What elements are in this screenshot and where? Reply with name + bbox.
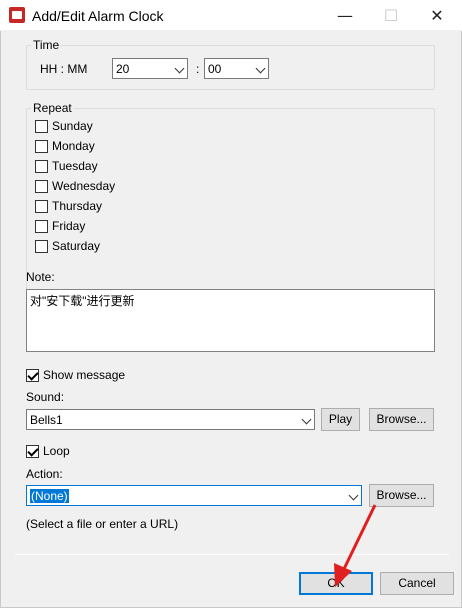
action-label: Action: [26, 467, 63, 481]
checkbox[interactable] [35, 239, 48, 253]
red-arrow-icon [334, 504, 377, 587]
title-bar: Add/Edit Alarm Clock — ☐ ✕ [0, 0, 462, 31]
day-label: Thursday [52, 199, 103, 213]
day-label: Monday [52, 139, 95, 153]
checkbox[interactable] [35, 159, 48, 173]
action-value: (None) [30, 489, 69, 503]
checkbox[interactable] [35, 139, 48, 153]
loop-label: Loop [43, 444, 70, 458]
chevron-down-icon [301, 414, 312, 425]
checkbox-checked[interactable] [26, 368, 39, 382]
checkbox[interactable] [35, 199, 48, 213]
chevron-down-icon [174, 63, 185, 74]
checkbox[interactable] [35, 179, 48, 193]
day-sunday[interactable]: Sunday [35, 117, 93, 135]
cancel-button[interactable]: Cancel [380, 572, 454, 595]
repeat-group-label: Repeat [31, 101, 74, 115]
time-group-label: Time [31, 38, 62, 52]
day-label: Friday [52, 219, 86, 233]
sound-browse-button[interactable]: Browse... [369, 408, 434, 431]
action-select[interactable]: (None) [26, 485, 362, 506]
checkbox[interactable] [35, 219, 48, 233]
day-label: Tuesday [52, 159, 98, 173]
day-monday[interactable]: Monday [35, 137, 95, 155]
checkbox[interactable] [35, 119, 48, 133]
time-separator: : [196, 62, 200, 76]
loop-checkbox[interactable]: Loop [26, 442, 70, 460]
time-format-label: HH : MM [40, 62, 88, 76]
window-title: Add/Edit Alarm Clock [32, 8, 164, 24]
show-message-label: Show message [43, 368, 126, 382]
show-message-checkbox[interactable]: Show message [26, 366, 125, 384]
note-label: Note: [26, 270, 55, 284]
day-friday[interactable]: Friday [35, 217, 85, 235]
time-group: Time HH : MM 20 : 00 [26, 38, 435, 90]
minute-select[interactable]: 00 [204, 58, 269, 79]
alarm-clock-app-icon [9, 7, 25, 23]
checkbox-checked[interactable] [26, 444, 39, 458]
sound-label: Sound: [26, 390, 65, 404]
day-label: Sunday [52, 119, 93, 133]
hour-value: 20 [116, 62, 130, 76]
minimize-button[interactable]: — [322, 0, 368, 31]
play-button[interactable]: Play [321, 408, 360, 431]
footer-separator [15, 554, 449, 555]
day-saturday[interactable]: Saturday [35, 237, 100, 255]
chevron-down-icon [255, 63, 266, 74]
hour-select[interactable]: 20 [112, 58, 188, 79]
day-wednesday[interactable]: Wednesday [35, 177, 115, 195]
note-text: 对"安下载"进行更新 [30, 294, 135, 308]
repeat-group: Repeat Sunday Monday Tuesday Wednesday T… [26, 101, 435, 291]
note-textarea[interactable]: 对"安下载"进行更新 [26, 289, 435, 352]
day-tuesday[interactable]: Tuesday [35, 157, 98, 175]
minute-value: 00 [208, 62, 222, 76]
chevron-down-icon [348, 490, 359, 501]
day-label: Saturday [52, 239, 101, 253]
day-thursday[interactable]: Thursday [35, 197, 102, 215]
action-hint: (Select a file or enter a URL) [26, 517, 179, 531]
close-button[interactable]: ✕ [414, 0, 460, 31]
day-label: Wednesday [52, 179, 116, 193]
dialog-body: Time HH : MM 20 : 00 Repeat Sunday Monda… [0, 31, 462, 608]
maximize-button: ☐ [383, 6, 399, 25]
sound-select[interactable]: Bells1 [26, 409, 315, 430]
sound-value: Bells1 [30, 413, 63, 427]
